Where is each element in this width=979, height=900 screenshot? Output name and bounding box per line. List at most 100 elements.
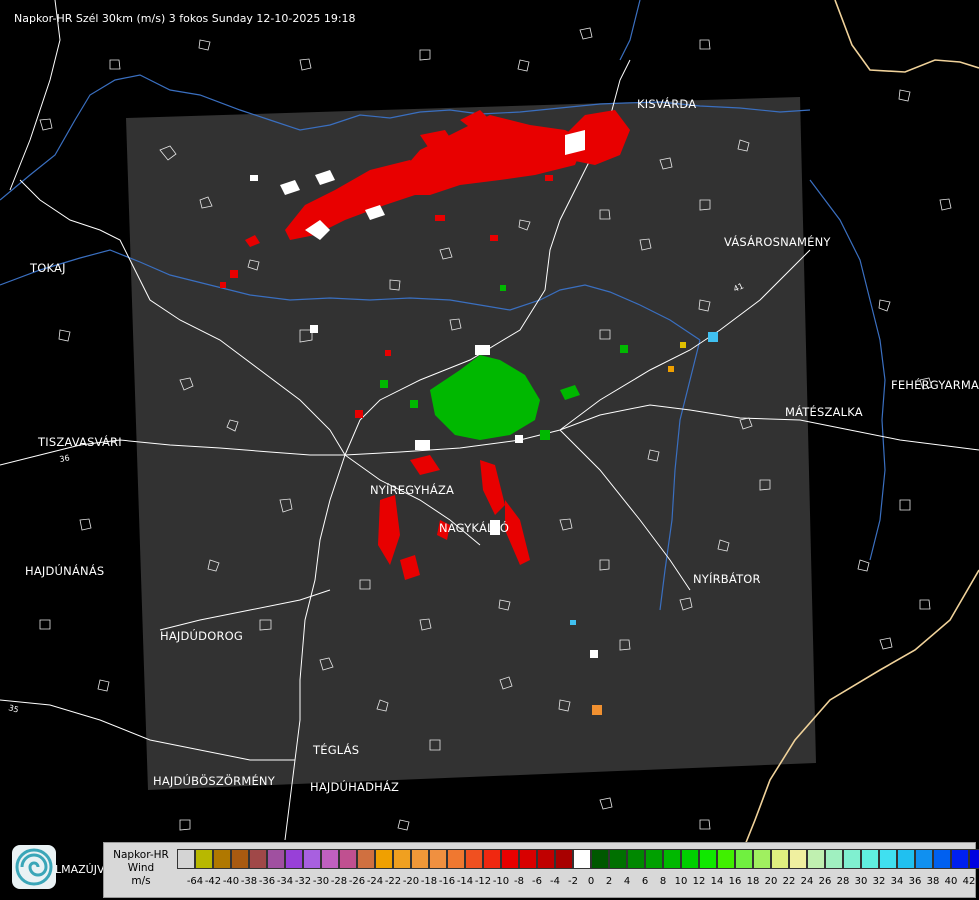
legend-swatch bbox=[375, 849, 393, 869]
legend-tick-label: -30 bbox=[312, 876, 330, 887]
legend-swatch bbox=[771, 849, 789, 869]
legend-tick-label: 0 bbox=[587, 876, 595, 887]
legend-swatch bbox=[285, 849, 303, 869]
legend-swatch bbox=[303, 849, 321, 869]
legend-unit: m/s bbox=[131, 875, 151, 887]
legend-tick-label: 36 bbox=[908, 876, 922, 887]
legend-swatch bbox=[573, 849, 591, 869]
city-label: TÉGLÁS bbox=[313, 743, 360, 757]
radar-coverage-area bbox=[126, 97, 816, 790]
radar-map: 36 41 35 bbox=[0, 0, 979, 900]
legend-tick-label: 10 bbox=[674, 876, 688, 887]
map-title: Napkor-HR Szél 30km (m/s) 3 fokos Sunday… bbox=[14, 12, 356, 25]
legend-tick-label: 32 bbox=[872, 876, 886, 887]
legend-swatch bbox=[717, 849, 735, 869]
legend-swatch bbox=[537, 849, 555, 869]
legend-tick-label: 2 bbox=[605, 876, 613, 887]
legend-swatch bbox=[753, 849, 771, 869]
legend-swatch bbox=[699, 849, 717, 869]
city-label: HAJDÚDOROG bbox=[160, 629, 244, 643]
legend-tick-label: 40 bbox=[944, 876, 958, 887]
legend-swatch bbox=[897, 849, 915, 869]
legend-tick-label: -64 bbox=[186, 876, 204, 887]
legend-tick-label: -36 bbox=[258, 876, 276, 887]
legend-swatch bbox=[231, 849, 249, 869]
legend-tick-label: -6 bbox=[532, 876, 542, 887]
legend-swatch bbox=[879, 849, 897, 869]
legend-swatch bbox=[609, 849, 627, 869]
legend-label: Napkor-HR Wind m/s bbox=[110, 849, 172, 888]
legend-swatch bbox=[915, 849, 933, 869]
legend-tick-label: -28 bbox=[330, 876, 348, 887]
legend-tick-label: -2 bbox=[568, 876, 578, 887]
legend-tick-label: -10 bbox=[492, 876, 510, 887]
echo-orange bbox=[592, 705, 602, 715]
city-label: KISVÁRDA bbox=[637, 97, 697, 111]
legend-swatch bbox=[807, 849, 825, 869]
legend-product: Napkor-HR bbox=[113, 849, 169, 861]
city-label: FEHÉRGYARMA bbox=[891, 378, 979, 392]
legend-swatch bbox=[213, 849, 231, 869]
legend-tick-label: 14 bbox=[710, 876, 724, 887]
legend-tick-label: -40 bbox=[222, 876, 240, 887]
legend-tick-label: -8 bbox=[514, 876, 524, 887]
city-label: TOKAJ bbox=[30, 261, 66, 275]
legend-swatch bbox=[249, 849, 267, 869]
legend-swatch bbox=[843, 849, 861, 869]
legend-swatches bbox=[177, 849, 979, 870]
legend-tick-label: -26 bbox=[348, 876, 366, 887]
legend-swatch bbox=[195, 849, 213, 869]
echo-blue bbox=[708, 332, 718, 342]
city-label: VÁSÁROSNAMÉNY bbox=[724, 235, 831, 249]
legend-tick-label: 16 bbox=[728, 876, 742, 887]
legend-tick-label: -4 bbox=[550, 876, 560, 887]
legend-tick-label: -34 bbox=[276, 876, 294, 887]
legend-tick-label: 42 bbox=[962, 876, 976, 887]
legend-tick-label: 6 bbox=[641, 876, 649, 887]
echo-orange-2 bbox=[668, 366, 674, 372]
legend-swatch bbox=[321, 849, 339, 869]
legend-tick-label: 22 bbox=[782, 876, 796, 887]
legend-tick-label: -20 bbox=[402, 876, 420, 887]
legend-swatch bbox=[933, 849, 951, 869]
legend-tick-label: -24 bbox=[366, 876, 384, 887]
legend-swatch bbox=[483, 849, 501, 869]
city-label: NAGYKÁLLÓ bbox=[439, 521, 510, 535]
legend-swatch bbox=[627, 849, 645, 869]
legend-swatch bbox=[429, 849, 447, 869]
echo-cyan bbox=[570, 620, 576, 625]
legend-swatch bbox=[465, 849, 483, 869]
city-label: HAJDÚHADHÁZ bbox=[310, 780, 400, 794]
legend-swatch bbox=[267, 849, 285, 869]
legend-tick-label: 30 bbox=[854, 876, 868, 887]
legend-swatch bbox=[555, 849, 573, 869]
legend-swatch bbox=[177, 849, 195, 869]
echo-yellow bbox=[680, 342, 686, 348]
legend-tick-label: -38 bbox=[240, 876, 258, 887]
legend-swatch bbox=[645, 849, 663, 869]
legend-tick-label: 34 bbox=[890, 876, 904, 887]
city-label: HAJDÚBÖSZÖRMÉNY bbox=[153, 774, 275, 788]
logo bbox=[12, 845, 56, 889]
legend-swatch bbox=[735, 849, 753, 869]
legend-tick-label: 38 bbox=[926, 876, 940, 887]
legend-swatch bbox=[663, 849, 681, 869]
legend-tick-label: 24 bbox=[800, 876, 814, 887]
legend-swatch bbox=[447, 849, 465, 869]
legend-swatch bbox=[681, 849, 699, 869]
legend-swatch bbox=[951, 849, 969, 869]
city-label: NYÍRBÁTOR bbox=[693, 572, 761, 586]
legend-swatch bbox=[789, 849, 807, 869]
city-label: NYÍREGYHÁZA bbox=[370, 483, 455, 497]
legend-tick-label: 26 bbox=[818, 876, 832, 887]
legend-tick-label: -14 bbox=[456, 876, 474, 887]
legend-tick-label: 20 bbox=[764, 876, 778, 887]
legend-tick-label: -42 bbox=[204, 876, 222, 887]
legend-swatch bbox=[825, 849, 843, 869]
legend-swatch bbox=[969, 849, 979, 869]
legend-swatch bbox=[519, 849, 537, 869]
legend-ticks: -64 -42 -40 -38 -36 -34 -32 -30 -28 -26 -24 -22 -20-… bbox=[177, 876, 977, 890]
color-legend: Napkor-HR Wind m/s -64 -42 -40 -38 -36 -34 -32… bbox=[103, 842, 979, 898]
legend-tick-label: -16 bbox=[438, 876, 456, 887]
legend-tick-label: 28 bbox=[836, 876, 850, 887]
